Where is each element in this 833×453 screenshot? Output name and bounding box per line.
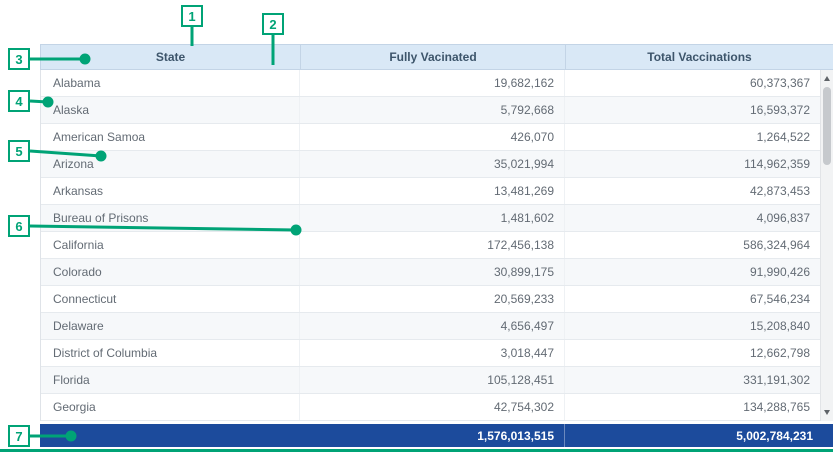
table-body: Alabama 19,682,162 60,373,367 Alaska 5,7…: [40, 70, 820, 421]
table-row[interactable]: California 172,456,138 586,324,964: [41, 232, 820, 259]
table-row[interactable]: Arkansas 13,481,269 42,873,453: [41, 178, 820, 205]
cell-state: District of Columbia: [41, 340, 300, 366]
totals-row: 1,576,013,515 5,002,784,231: [40, 424, 833, 447]
column-header-state[interactable]: State: [41, 45, 301, 69]
table-row[interactable]: District of Columbia 3,018,447 12,662,79…: [41, 340, 820, 367]
scroll-up-button[interactable]: [821, 71, 833, 86]
cell-total-vaccinations: 15,208,840: [565, 313, 820, 339]
bottom-rule: [0, 449, 833, 452]
table-row[interactable]: Georgia 42,754,302 134,288,765: [41, 394, 820, 421]
cell-fully-vaccinated: 426,070: [300, 124, 565, 150]
scroll-down-icon: [824, 410, 830, 415]
cell-fully-vaccinated: 3,018,447: [300, 340, 565, 366]
cell-state: California: [41, 232, 300, 258]
cell-fully-vaccinated: 4,656,497: [300, 313, 565, 339]
cell-state: Alabama: [41, 70, 300, 96]
callout-4: 4: [8, 90, 30, 112]
cell-state: Alaska: [41, 97, 300, 123]
cell-fully-vaccinated: 19,682,162: [300, 70, 565, 96]
cell-total-vaccinations: 1,264,522: [565, 124, 820, 150]
table-row[interactable]: Bureau of Prisons 1,481,602 4,096,837: [41, 205, 820, 232]
column-header-fully-vaccinated[interactable]: Fully Vacinated: [301, 45, 566, 69]
cell-total-vaccinations: 42,873,453: [565, 178, 820, 204]
callout-6: 6: [8, 215, 30, 237]
totals-state-cell: [40, 424, 300, 447]
cell-state: Georgia: [41, 394, 300, 420]
callout-7: 7: [8, 425, 30, 447]
cell-fully-vaccinated: 5,792,668: [300, 97, 565, 123]
cell-fully-vaccinated: 20,569,233: [300, 286, 565, 312]
totals-total-vaccinations: 5,002,784,231: [565, 424, 833, 447]
annotated-list-table-screenshot: State Fully Vacinated Total Vaccinations…: [0, 0, 833, 453]
table-header-row: State Fully Vacinated Total Vaccinations: [40, 44, 833, 70]
callout-2: 2: [262, 13, 284, 35]
vertical-scrollbar[interactable]: [820, 70, 833, 421]
cell-total-vaccinations: 16,593,372: [565, 97, 820, 123]
cell-state: Delaware: [41, 313, 300, 339]
table-row[interactable]: Alabama 19,682,162 60,373,367: [41, 70, 820, 97]
column-header-total-vaccinations[interactable]: Total Vaccinations: [566, 45, 833, 69]
table-row[interactable]: Delaware 4,656,497 15,208,840: [41, 313, 820, 340]
cell-total-vaccinations: 91,990,426: [565, 259, 820, 285]
cell-fully-vaccinated: 42,754,302: [300, 394, 565, 420]
cell-total-vaccinations: 134,288,765: [565, 394, 820, 420]
cell-total-vaccinations: 114,962,359: [565, 151, 820, 177]
callout-3: 3: [8, 48, 30, 70]
cell-fully-vaccinated: 1,481,602: [300, 205, 565, 231]
cell-state: Arkansas: [41, 178, 300, 204]
table-row[interactable]: Florida 105,128,451 331,191,302: [41, 367, 820, 394]
totals-fully-vaccinated: 1,576,013,515: [300, 424, 565, 447]
cell-total-vaccinations: 586,324,964: [565, 232, 820, 258]
table-row[interactable]: Arizona 35,021,994 114,962,359: [41, 151, 820, 178]
cell-state: Colorado: [41, 259, 300, 285]
cell-fully-vaccinated: 30,899,175: [300, 259, 565, 285]
cell-total-vaccinations: 4,096,837: [565, 205, 820, 231]
cell-state: Florida: [41, 367, 300, 393]
cell-total-vaccinations: 60,373,367: [565, 70, 820, 96]
table-row[interactable]: Alaska 5,792,668 16,593,372: [41, 97, 820, 124]
scrollbar-thumb[interactable]: [823, 87, 831, 165]
scroll-up-icon: [824, 76, 830, 81]
table-row[interactable]: American Samoa 426,070 1,264,522: [41, 124, 820, 151]
cell-total-vaccinations: 331,191,302: [565, 367, 820, 393]
table-row[interactable]: Colorado 30,899,175 91,990,426: [41, 259, 820, 286]
table-row[interactable]: Connecticut 20,569,233 67,546,234: [41, 286, 820, 313]
cell-fully-vaccinated: 35,021,994: [300, 151, 565, 177]
callout-1: 1: [181, 5, 203, 27]
cell-state: Arizona: [41, 151, 300, 177]
cell-state: Bureau of Prisons: [41, 205, 300, 231]
cell-fully-vaccinated: 105,128,451: [300, 367, 565, 393]
cell-state: Connecticut: [41, 286, 300, 312]
cell-total-vaccinations: 67,546,234: [565, 286, 820, 312]
callout-5: 5: [8, 140, 30, 162]
cell-state: American Samoa: [41, 124, 300, 150]
cell-total-vaccinations: 12,662,798: [565, 340, 820, 366]
scroll-down-button[interactable]: [821, 405, 833, 420]
cell-fully-vaccinated: 172,456,138: [300, 232, 565, 258]
cell-fully-vaccinated: 13,481,269: [300, 178, 565, 204]
